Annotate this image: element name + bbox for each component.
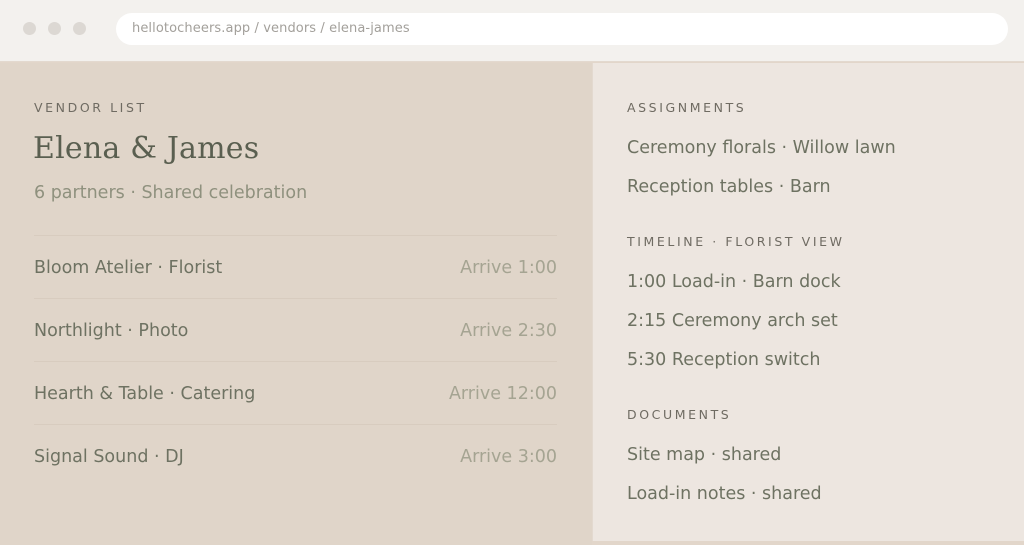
documents-heading: DOCUMENTS: [627, 407, 732, 422]
timeline-item[interactable]: 5:30 Reception switch: [627, 350, 820, 370]
window-minimize-dot[interactable]: [48, 22, 61, 35]
vendor-name: Bloom Atelier · Florist: [34, 258, 223, 278]
vendor-name: Northlight · Photo: [34, 321, 189, 341]
vendor-name: Signal Sound · DJ: [34, 447, 184, 467]
vendor-detail-panel: ASSIGNMENTS Ceremony florals · Willow la…: [592, 63, 1024, 541]
assignment-item[interactable]: Ceremony florals · Willow lawn: [627, 138, 896, 158]
vendor-name: Hearth & Table · Catering: [34, 384, 256, 404]
page-title: Elena & James: [33, 131, 260, 166]
assignment-item[interactable]: Reception tables · Barn: [627, 177, 831, 197]
vendor-row-northlight[interactable]: Northlight · Photo Arrive 2:30: [34, 298, 557, 361]
page-subtitle: 6 partners · Shared celebration: [34, 183, 308, 203]
vendor-row-signal-sound[interactable]: Signal Sound · DJ Arrive 3:00: [34, 424, 557, 487]
timeline-heading: TIMELINE · FLORIST VIEW: [627, 234, 845, 249]
timeline-section: TIMELINE · FLORIST VIEW 1:00 Load-in · B…: [627, 234, 845, 370]
assignments-heading: ASSIGNMENTS: [627, 100, 747, 115]
vendor-row-bloom-atelier[interactable]: Bloom Atelier · Florist Arrive 1:00: [34, 235, 557, 298]
vendor-arrival-time: Arrive 12:00: [448, 384, 557, 404]
address-bar[interactable]: hellotocheers.app / vendors / elena-jame…: [116, 13, 1008, 45]
vendor-row-hearth-table[interactable]: Hearth & Table · Catering Arrive 12:00: [34, 361, 557, 424]
documents-section: DOCUMENTS Site map · shared Load-in note…: [627, 407, 822, 504]
vendor-arrival-time: Arrive 2:30: [460, 321, 557, 341]
timeline-item[interactable]: 2:15 Ceremony arch set: [627, 311, 838, 331]
window-maximize-dot[interactable]: [73, 22, 86, 35]
vendor-list-eyebrow: VENDOR LIST: [34, 100, 147, 115]
assignments-section: ASSIGNMENTS Ceremony florals · Willow la…: [627, 100, 896, 197]
vendor-list-panel: VENDOR LIST Elena & James 6 partners · S…: [0, 63, 592, 545]
vendor-arrival-time: Arrive 3:00: [460, 447, 557, 467]
document-link-load-in-notes[interactable]: Load-in notes · shared: [627, 484, 822, 504]
vendor-arrival-time: Arrive 1:00: [460, 258, 557, 278]
window-close-dot[interactable]: [23, 22, 36, 35]
vendor-list: Bloom Atelier · Florist Arrive 1:00 Nort…: [34, 235, 557, 487]
document-link-site-map[interactable]: Site map · shared: [627, 445, 781, 465]
timeline-item[interactable]: 1:00 Load-in · Barn dock: [627, 272, 841, 292]
browser-chrome: hellotocheers.app / vendors / elena-jame…: [0, 0, 1024, 62]
